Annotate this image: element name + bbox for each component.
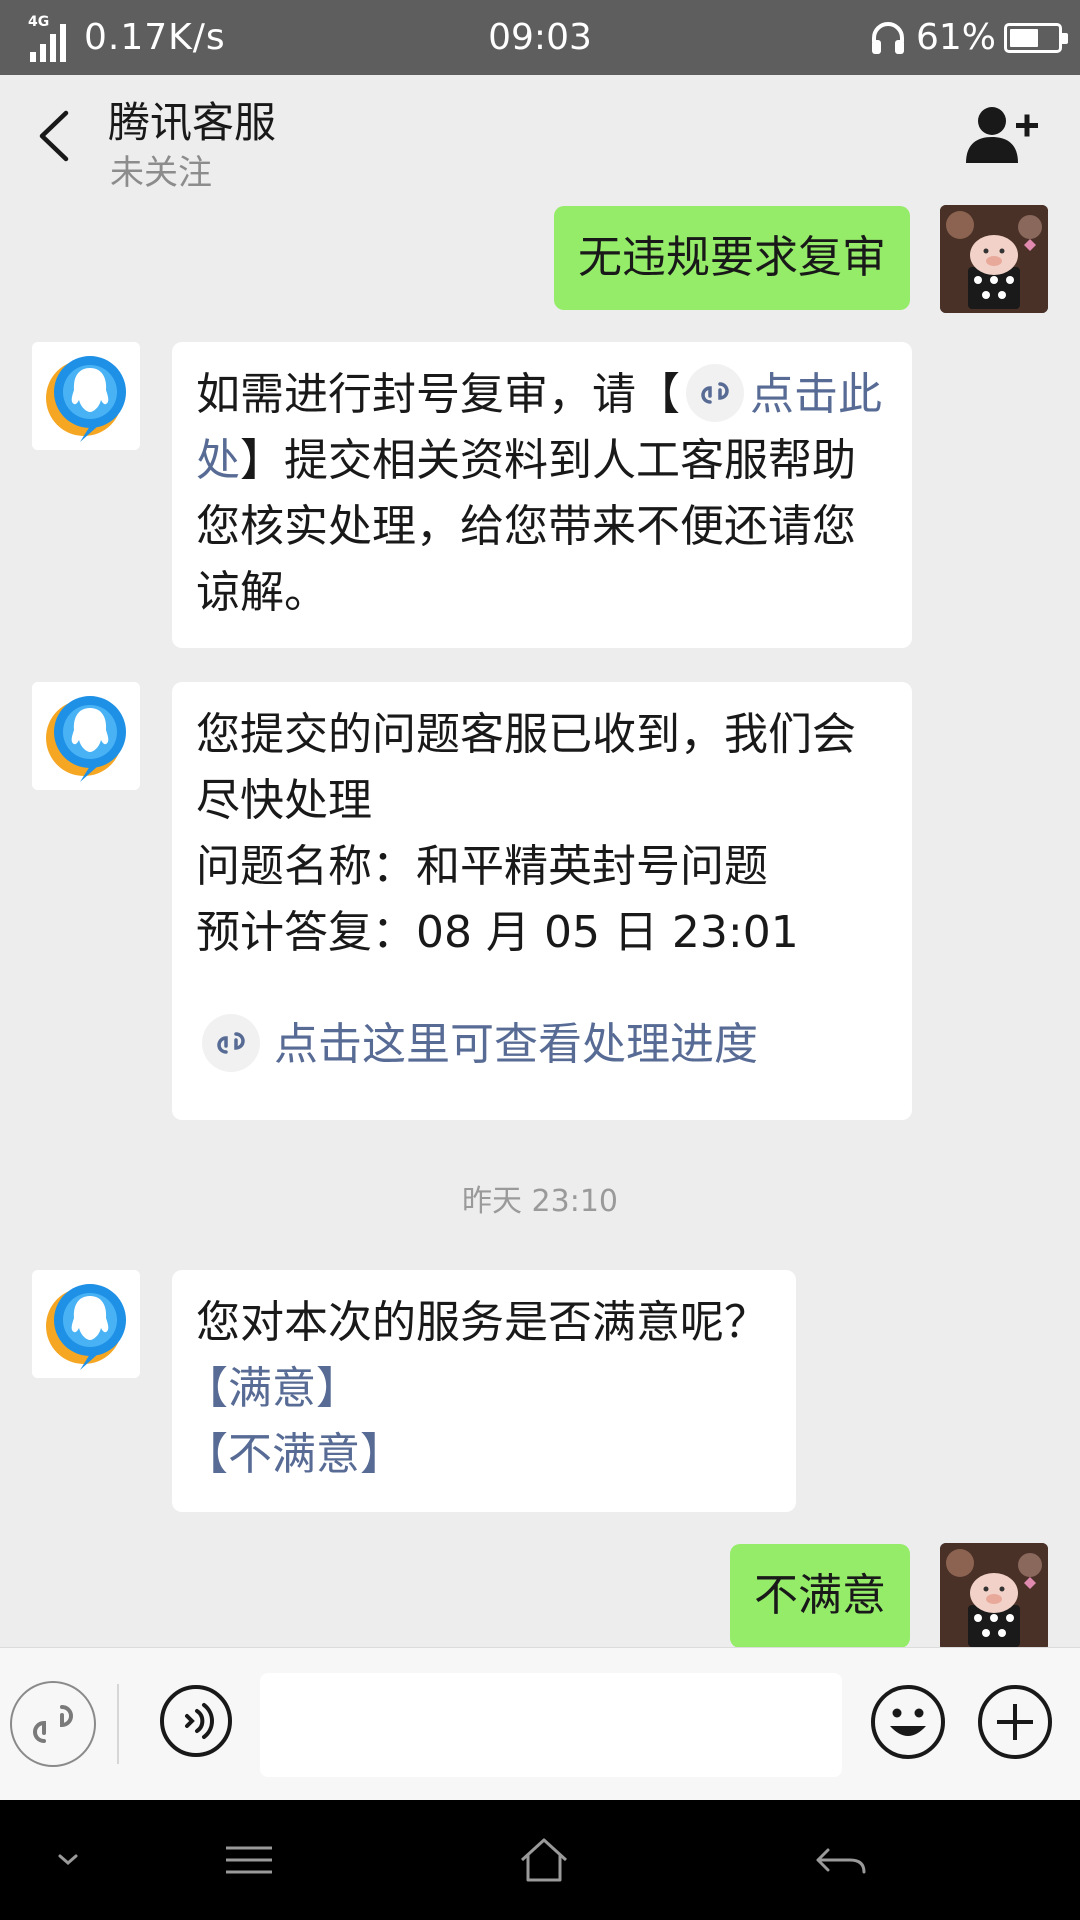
mini-program-button[interactable] xyxy=(10,1681,96,1767)
user-avatar[interactable] xyxy=(940,1543,1048,1647)
qq-service-logo-icon xyxy=(32,342,140,450)
status-bar: 4G 0.17K/s 09:03 61% xyxy=(0,0,1080,75)
headphones-icon xyxy=(871,21,904,54)
message-bubble-outgoing[interactable]: 不满意 xyxy=(730,1544,910,1647)
message-bubble-outgoing[interactable]: 无违规要求复审 xyxy=(554,206,910,310)
message-bubble-incoming[interactable]: 您提交的问题客服已收到，我们会尽快处理 问题名称：和平精英封号问题 预计答复：0… xyxy=(172,682,912,1120)
message-list[interactable]: 无违规要求复审 如需进行封号复审，请【 点击此处】提交相关资料到人工客服帮助您核实… xyxy=(0,200,1080,1647)
back-chevron-icon[interactable] xyxy=(30,105,80,167)
bot-avatar[interactable] xyxy=(32,682,140,790)
system-nav-bar xyxy=(0,1800,1080,1920)
message-text: 无违规要求复审 xyxy=(578,232,886,283)
voice-icon[interactable] xyxy=(159,1684,233,1758)
mini-program-link-icon[interactable] xyxy=(686,364,744,422)
satisfied-option[interactable]: 【满意】 xyxy=(184,1356,772,1422)
add-user-icon[interactable] xyxy=(964,103,1040,165)
message-text: 如需进行封号复审，请【 xyxy=(196,369,680,420)
bot-avatar[interactable] xyxy=(32,1270,140,1378)
progress-link[interactable]: 点击这里可查看处理进度 xyxy=(274,1019,758,1070)
battery-percent: 61% xyxy=(915,17,996,58)
chat-header: 腾讯客服 未关注 xyxy=(0,75,1080,200)
menu-icon[interactable] xyxy=(190,1800,310,1920)
plus-icon[interactable] xyxy=(977,1684,1053,1760)
message-timestamp: 昨天 23:10 xyxy=(462,1184,618,1219)
bot-avatar[interactable] xyxy=(32,342,140,450)
message-text: 不满意 xyxy=(754,1570,886,1621)
issue-name: 问题名称：和平精英封号问题 xyxy=(196,841,768,892)
message-text: 您对本次的服务是否满意呢？ xyxy=(196,1297,768,1348)
message-input[interactable] xyxy=(260,1673,842,1777)
message-bubble-incoming[interactable]: 如需进行封号复审，请【 点击此处】提交相关资料到人工客服帮助您核实处理，给您带来不… xyxy=(172,342,912,648)
follow-status: 未关注 xyxy=(110,153,212,193)
link-icon xyxy=(33,1705,73,1743)
input-bar xyxy=(0,1647,1080,1800)
battery-icon xyxy=(1004,22,1068,53)
mini-program-link-icon[interactable] xyxy=(202,1014,260,1072)
page-title: 腾讯客服 xyxy=(108,98,277,147)
emoji-icon[interactable] xyxy=(870,1684,946,1760)
message-bubble-incoming[interactable]: 您对本次的服务是否满意呢？ 【满意】 【不满意】 xyxy=(172,1270,796,1512)
home-icon[interactable] xyxy=(484,1800,604,1920)
qq-service-logo-icon xyxy=(32,682,140,790)
user-avatar[interactable] xyxy=(940,205,1048,313)
message-text: 您提交的问题客服已收到，我们会尽快处理 xyxy=(196,709,856,826)
back-icon[interactable] xyxy=(780,1800,900,1920)
progress-link-row[interactable]: 点击这里可查看处理进度 xyxy=(196,1012,888,1078)
expected-reply: 预计答复：08 月 05 日 23:01 xyxy=(196,907,799,958)
unsatisfied-option[interactable]: 【不满意】 xyxy=(184,1422,772,1488)
message-text: 】提交相关资料到人工客服帮助您核实处理，给您带来不便还请您谅解。 xyxy=(196,435,856,618)
qq-service-logo-icon xyxy=(32,1270,140,1378)
divider xyxy=(117,1684,119,1764)
collapse-chevron-icon[interactable] xyxy=(8,1800,128,1920)
